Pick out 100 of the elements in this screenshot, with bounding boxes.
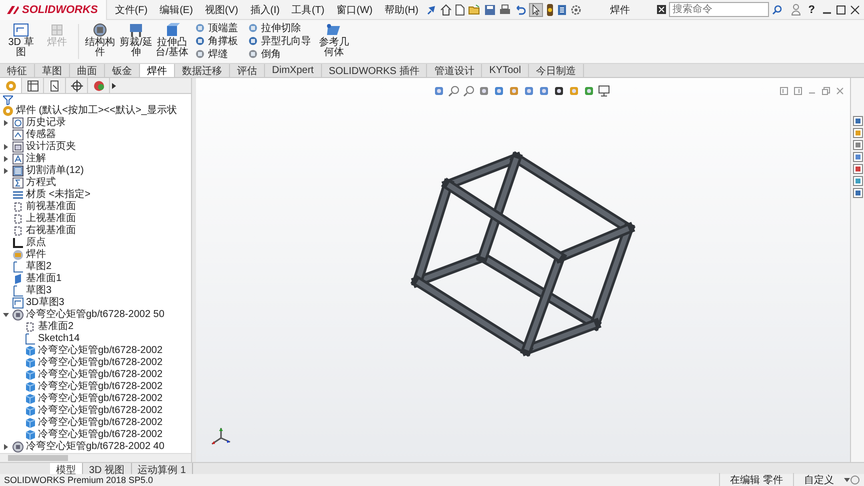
tree-item[interactable]: 冷弯空心矩管gb/t6728-2002: [38, 357, 163, 370]
search-field[interactable]: 搜索命令: [669, 2, 770, 17]
solid-body-icon: [24, 393, 36, 406]
tree-item[interactable]: 切割清单(12): [26, 165, 84, 178]
ribbon-button[interactable]: 焊缝: [195, 48, 238, 60]
tree-item[interactable]: 草图3: [26, 285, 52, 298]
close-icon[interactable]: [850, 4, 860, 14]
ribbon-button[interactable]: 异型孔向导: [248, 35, 311, 47]
new-document-icon[interactable]: [455, 4, 466, 16]
tree-item[interactable]: 设计活页夹: [26, 141, 76, 154]
ribbon-button[interactable]: 顶端盖: [195, 22, 238, 34]
sketch-icon: [12, 285, 24, 298]
help-icon[interactable]: [850, 475, 860, 485]
tree-item[interactable]: 原点: [26, 237, 46, 250]
property-icon: [26, 80, 38, 92]
solid-body-icon: [24, 417, 36, 430]
menu-item[interactable]: 视图(V): [200, 2, 242, 16]
tree-item[interactable]: 前视基准面: [26, 201, 76, 214]
tree-item[interactable]: 冷弯空心矩管gb/t6728-2002 50: [26, 309, 164, 322]
settings-icon[interactable]: [570, 4, 582, 16]
tree-item[interactable]: 焊件: [26, 249, 46, 262]
pin-icon[interactable]: [426, 4, 436, 14]
ribbon-button[interactable]: 剪裁/延伸: [119, 22, 153, 61]
material-icon: [12, 189, 24, 202]
expand-arrow-icon[interactable]: [2, 119, 10, 128]
expand-arrow-icon[interactable]: [2, 167, 10, 176]
tool-icon: [195, 49, 205, 59]
tree-item[interactable]: 传感器: [26, 129, 56, 142]
tree-item[interactable]: 方程式: [26, 177, 56, 190]
tree-item[interactable]: 注解: [26, 153, 46, 166]
origin-icon: [12, 237, 24, 250]
dropdown-arrow-icon[interactable]: [844, 477, 850, 483]
menu-item[interactable]: 编辑(E): [156, 2, 197, 16]
plane-icon: [24, 321, 36, 334]
traffic-light-icon[interactable]: [546, 4, 554, 16]
tree-item[interactable]: 基准面2: [38, 321, 74, 334]
plane-icon: [12, 225, 24, 238]
expand-arrow-icon[interactable]: [2, 155, 10, 164]
filter-icon[interactable]: [3, 94, 13, 105]
ribbon-button[interactable]: 3D 草图: [4, 22, 38, 61]
ribbon-button[interactable]: 结构构件: [83, 22, 117, 61]
tree-item[interactable]: 材质 <未指定>: [26, 189, 90, 202]
tree-item[interactable]: 冷弯空心矩管gb/t6728-2002: [38, 369, 163, 382]
tile-icon[interactable]: [780, 87, 788, 95]
ribbon-button[interactable]: 参考几何体: [317, 22, 351, 61]
tool-icon: [91, 23, 109, 38]
open-folder-icon[interactable]: [468, 4, 482, 16]
save-icon[interactable]: [484, 4, 496, 16]
monitor-icon[interactable]: [598, 85, 610, 97]
ribbon-button[interactable]: 拉伸切除: [248, 22, 311, 34]
print-icon[interactable]: [499, 4, 512, 16]
logo-text: SOLIDWORKS: [22, 4, 98, 16]
tree-item[interactable]: 冷弯空心矩管gb/t6728-2002: [38, 381, 163, 394]
status-text: SOLIDWORKS Premium 2018 SP5.0: [4, 475, 154, 485]
expand-arrow-icon[interactable]: [2, 443, 10, 452]
tree-item[interactable]: 上视基准面: [26, 213, 76, 226]
scroll-bar[interactable]: [0, 453, 191, 462]
solid-body-icon: [24, 345, 36, 358]
tree-item[interactable]: 基准面1: [26, 273, 62, 286]
tool-icon: [248, 36, 258, 46]
structural-member-icon: [12, 441, 24, 454]
plane-icon: [12, 201, 24, 214]
menu-item[interactable]: 工具(T): [288, 2, 328, 16]
menu-item[interactable]: 插入(I): [246, 2, 284, 16]
split-icon[interactable]: [794, 87, 802, 95]
tree-item[interactable]: 草图2: [26, 261, 52, 274]
user-icon[interactable]: [791, 4, 802, 16]
ribbon-button[interactable]: 拉伸凸台/基体: [155, 22, 189, 61]
tree-item[interactable]: 冷弯空心矩管gb/t6728-2002: [38, 429, 163, 442]
undo-icon[interactable]: [514, 4, 526, 16]
tree-item[interactable]: 冷弯空心矩管gb/t6728-2002: [38, 345, 163, 358]
zoom-area-icon[interactable]: [462, 85, 474, 97]
configuration-icon: [48, 80, 60, 92]
tree-item[interactable]: 历史记录: [26, 117, 66, 130]
tree-item[interactable]: 冷弯空心矩管gb/t6728-2002 40: [26, 441, 164, 454]
expand-arrow-icon[interactable]: [2, 311, 10, 320]
tool-icon: [12, 23, 30, 38]
tree-root-label[interactable]: 焊件 (默认<按加工><<默认>_显示状: [16, 105, 177, 118]
menu-item[interactable]: 窗口(W): [332, 2, 377, 16]
tree-item[interactable]: 冷弯空心矩管gb/t6728-2002: [38, 393, 163, 406]
tree-item[interactable]: 右视基准面: [26, 225, 76, 238]
menu-item[interactable]: 帮助(H): [380, 2, 422, 16]
tree-item[interactable]: 3D草图3: [26, 297, 64, 310]
model-tab[interactable]: 模型: [50, 463, 83, 474]
restore-icon[interactable]: [822, 87, 830, 95]
command-tab[interactable]: 焊件: [140, 64, 175, 77]
ribbon-button[interactable]: 倒角: [248, 48, 311, 60]
tree-item[interactable]: 冷弯空心矩管gb/t6728-2002: [38, 405, 163, 418]
structural-member-icon: [12, 309, 24, 322]
maximize-icon[interactable]: [836, 4, 846, 14]
tree-item[interactable]: 冷弯空心矩管gb/t6728-2002: [38, 417, 163, 430]
file-properties-icon[interactable]: [557, 4, 568, 16]
help-button[interactable]: ?: [805, 4, 818, 16]
tree-item[interactable]: Sketch14: [38, 333, 80, 346]
menu-item[interactable]: 文件(F): [110, 2, 152, 16]
zoom-icon[interactable]: [448, 85, 460, 97]
expand-arrow-icon[interactable]: [2, 143, 10, 152]
window-title: 焊件: [608, 4, 631, 16]
units-dropdown[interactable]: 自定义: [793, 473, 844, 486]
ribbon-button[interactable]: 角撑板: [195, 35, 238, 47]
